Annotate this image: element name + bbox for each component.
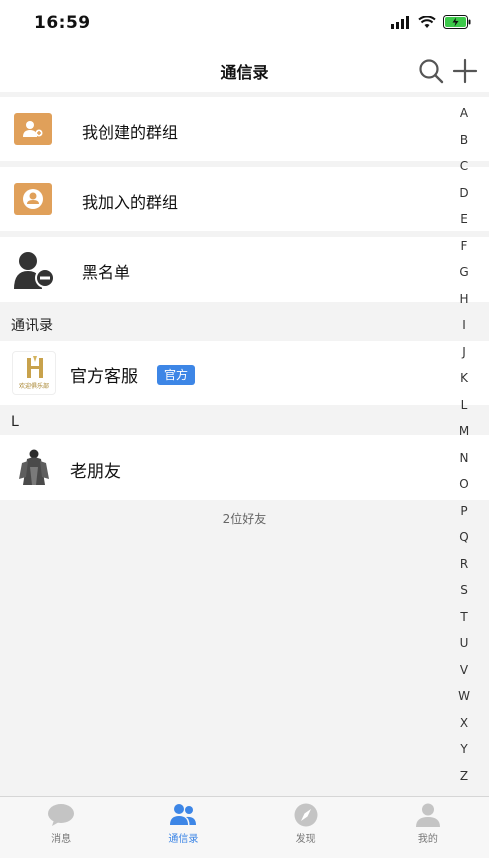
index-letter-r[interactable]: R	[460, 551, 468, 578]
index-letter-g[interactable]: G	[459, 259, 468, 286]
joined-groups-label: 我加入的群组	[82, 193, 179, 212]
index-letter-h[interactable]: H	[459, 286, 468, 313]
tab-contacts[interactable]: 通信录	[122, 797, 244, 858]
contacts-section-header: 通讯录	[0, 312, 489, 340]
search-icon[interactable]	[417, 57, 445, 85]
index-letter-n[interactable]: N	[460, 445, 469, 472]
friend-avatar	[12, 445, 56, 489]
nav-bar: 通信录	[0, 48, 489, 92]
alphabet-index[interactable]: ABCDEFGHIJKLMNOPQRSTUVWXYZ	[454, 100, 474, 789]
page-title: 通信录	[220, 63, 269, 82]
index-letter-o[interactable]: O	[459, 471, 468, 498]
index-letter-j[interactable]: J	[462, 339, 466, 366]
status-icons	[391, 15, 471, 29]
tab-label: 消息	[51, 834, 72, 845]
index-letter-b[interactable]: B	[460, 127, 468, 154]
signal-icon	[391, 15, 409, 29]
blacklist-row[interactable]: 黑名单	[0, 237, 489, 302]
created-groups-row[interactable]: 我创建的群组	[0, 97, 489, 161]
index-letter-x[interactable]: X	[460, 710, 468, 737]
index-letter-l[interactable]: L	[461, 392, 468, 419]
index-letter-a[interactable]: A	[460, 100, 468, 127]
blacklist-label: 黑名单	[82, 263, 131, 282]
tab-bar: 消息 通信录 发现 我的	[0, 796, 489, 858]
official-badge: 官方	[157, 365, 196, 385]
index-letter-y[interactable]: Y	[460, 736, 467, 763]
message-icon	[48, 804, 75, 826]
index-letter-z[interactable]: Z	[460, 763, 468, 790]
official-avatar: 欢迎俱乐部	[12, 351, 56, 395]
add-icon[interactable]	[451, 57, 479, 85]
tab-label: 我的	[417, 834, 438, 845]
index-letter-m[interactable]: M	[459, 418, 469, 445]
contacts-icon	[170, 804, 197, 825]
contact-name: 老朋友	[70, 462, 121, 482]
wifi-icon	[418, 15, 436, 28]
index-letter-u[interactable]: U	[460, 630, 469, 657]
blacklist-icon	[14, 252, 55, 289]
create-group-icon	[14, 113, 52, 145]
tab-label: 通信录	[168, 834, 199, 845]
tab-discover[interactable]: 发现	[245, 797, 367, 858]
index-letter-c[interactable]: C	[460, 153, 468, 180]
tab-label: 发现	[295, 834, 316, 845]
index-letter-e[interactable]: E	[460, 206, 468, 233]
index-letter-t[interactable]: T	[460, 604, 467, 631]
compass-icon	[294, 803, 318, 827]
tab-messages[interactable]: 消息	[0, 797, 122, 858]
friend-count: 2位好友	[222, 512, 267, 526]
tab-profile[interactable]: 我的	[367, 797, 489, 858]
index-letter-f[interactable]: F	[461, 233, 468, 260]
join-group-icon	[14, 183, 52, 215]
contact-row-friend[interactable]: 老朋友	[0, 435, 489, 500]
index-letter-p[interactable]: P	[460, 498, 467, 525]
index-letter-k[interactable]: K	[460, 365, 468, 392]
index-letter-s[interactable]: S	[460, 577, 468, 604]
status-time: 16:59	[34, 13, 91, 33]
joined-groups-row[interactable]: 我加入的群组	[0, 167, 489, 231]
letter-section-header: L	[0, 406, 489, 435]
index-letter-i[interactable]: I	[462, 312, 466, 339]
status-bar: 16:59	[0, 0, 489, 48]
index-letter-v[interactable]: V	[460, 657, 468, 684]
index-letter-d[interactable]: D	[459, 180, 468, 207]
profile-icon	[415, 803, 440, 827]
created-groups-label: 我创建的群组	[82, 123, 179, 142]
official-avatar-text: 欢迎俱乐部	[18, 383, 49, 390]
index-letter-q[interactable]: Q	[459, 524, 468, 551]
index-letter-w[interactable]: W	[458, 683, 470, 710]
battery-icon	[443, 15, 471, 29]
contact-row-official[interactable]: 欢迎俱乐部 官方客服 官方	[0, 341, 489, 405]
contact-name: 官方客服	[70, 367, 138, 387]
